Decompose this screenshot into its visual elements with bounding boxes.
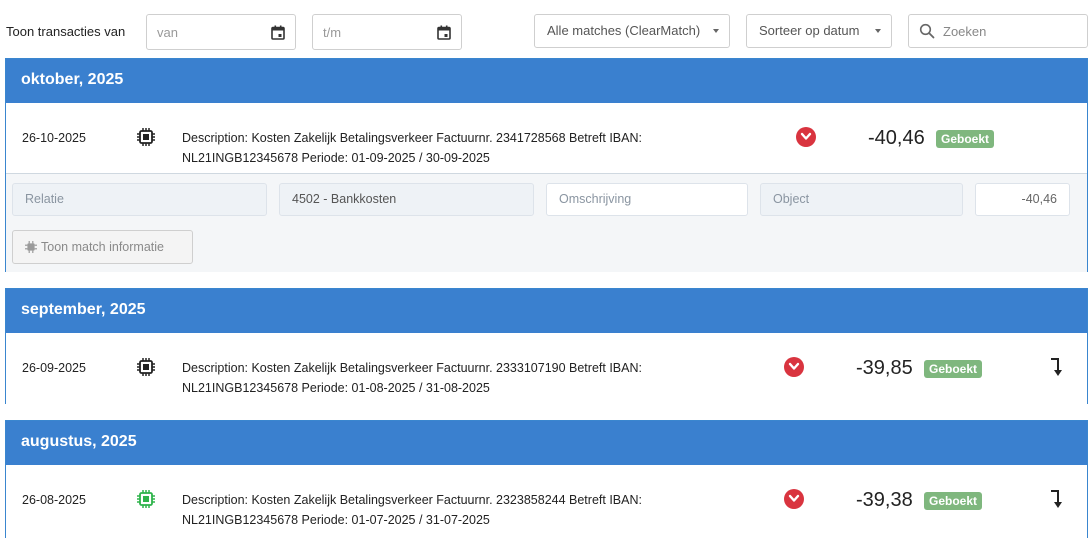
sort-dropdown[interactable]: Sorteer op datum xyxy=(746,14,892,48)
transaction-description: Description: Kosten Zakelijk Betalingsve… xyxy=(182,358,702,398)
show-match-info-label: Toon match informatie xyxy=(41,240,164,254)
chip-icon xyxy=(25,241,37,253)
expand-toggle-icon[interactable] xyxy=(784,357,804,377)
chip-icon xyxy=(137,358,155,376)
transaction-row[interactable]: 26-09-2025 Description: Kosten Zakelijk … xyxy=(6,333,1087,404)
chip-icon-green xyxy=(137,490,155,508)
omschrijving-field[interactable]: Omschrijving xyxy=(546,183,748,216)
calendar-icon[interactable] xyxy=(437,25,451,40)
relatie-field[interactable]: Relatie xyxy=(12,183,267,216)
caret-down-icon xyxy=(875,29,881,33)
calendar-icon[interactable] xyxy=(271,25,285,40)
status-badge: Geboekt xyxy=(936,130,995,148)
match-amount-field[interactable]: -40,46 xyxy=(975,183,1070,216)
description-line-2: NL21INGB12345678 Periode: 01-08-2025 / 3… xyxy=(182,381,490,395)
match-filter-value: Alle matches (ClearMatch) xyxy=(547,23,701,38)
match-details: Relatie 4502 - Bankkosten Omschrijving O… xyxy=(6,174,1087,272)
date-to-placeholder: t/m xyxy=(323,25,342,40)
transaction-amount: -40,46 xyxy=(868,127,925,149)
expand-toggle-icon[interactable] xyxy=(784,489,804,509)
transaction-date: 26-10-2025 xyxy=(22,131,86,145)
description-line-1: Description: Kosten Zakelijk Betalingsve… xyxy=(182,361,642,375)
transaction-row[interactable]: 26-08-2025 Description: Kosten Zakelijk … xyxy=(6,465,1087,536)
turn-down-arrow-icon[interactable] xyxy=(1049,489,1063,509)
month-header: september, 2025 xyxy=(6,289,1087,333)
description-line-2: NL21INGB12345678 Periode: 01-09-2025 / 3… xyxy=(182,151,490,165)
description-line-1: Description: Kosten Zakelijk Betalingsve… xyxy=(182,131,642,145)
date-range-label: Toon transacties van xyxy=(6,24,126,39)
search-icon xyxy=(919,23,935,39)
object-field[interactable]: Object xyxy=(760,183,963,216)
sort-value: Sorteer op datum xyxy=(759,23,860,38)
match-filter-dropdown[interactable]: Alle matches (ClearMatch) xyxy=(534,14,730,48)
transaction-description: Description: Kosten Zakelijk Betalingsve… xyxy=(182,128,702,168)
date-from-placeholder: van xyxy=(157,25,178,40)
transaction-date: 26-09-2025 xyxy=(22,361,86,375)
search-input[interactable]: Zoeken xyxy=(908,14,1088,48)
description-line-2: NL21INGB12345678 Periode: 01-07-2025 / 3… xyxy=(182,513,490,527)
search-placeholder: Zoeken xyxy=(943,24,987,39)
month-group-oktober: oktober, 2025 26-10-2025 Description: Ko… xyxy=(5,58,1088,272)
month-group-september: september, 2025 26-09-2025 Description: … xyxy=(5,288,1088,404)
month-header: augustus, 2025 xyxy=(6,421,1087,465)
collapse-toggle-icon[interactable] xyxy=(796,127,816,147)
month-header: oktober, 2025 xyxy=(6,59,1087,103)
caret-down-icon xyxy=(713,29,719,33)
transaction-amount: -39,85 xyxy=(856,357,913,379)
ledger-account-field[interactable]: 4502 - Bankkosten xyxy=(279,183,534,216)
date-to-input[interactable]: t/m xyxy=(312,14,462,50)
transaction-description: Description: Kosten Zakelijk Betalingsve… xyxy=(182,490,702,530)
filter-toolbar: Toon transacties van van t/m Alle matche… xyxy=(0,0,1088,58)
status-badge: Geboekt xyxy=(924,360,983,378)
transaction-date: 26-08-2025 xyxy=(22,493,86,507)
transaction-amount: -39,38 xyxy=(856,489,913,511)
date-from-input[interactable]: van xyxy=(146,14,296,50)
description-line-1: Description: Kosten Zakelijk Betalingsve… xyxy=(182,493,642,507)
turn-down-arrow-icon[interactable] xyxy=(1049,357,1063,377)
show-match-info-button[interactable]: Toon match informatie xyxy=(12,230,193,264)
month-group-augustus: augustus, 2025 26-08-2025 Description: K… xyxy=(5,420,1088,538)
chip-icon xyxy=(137,128,155,146)
status-badge: Geboekt xyxy=(924,492,983,510)
transaction-row[interactable]: 26-10-2025 Description: Kosten Zakelijk … xyxy=(6,103,1087,174)
